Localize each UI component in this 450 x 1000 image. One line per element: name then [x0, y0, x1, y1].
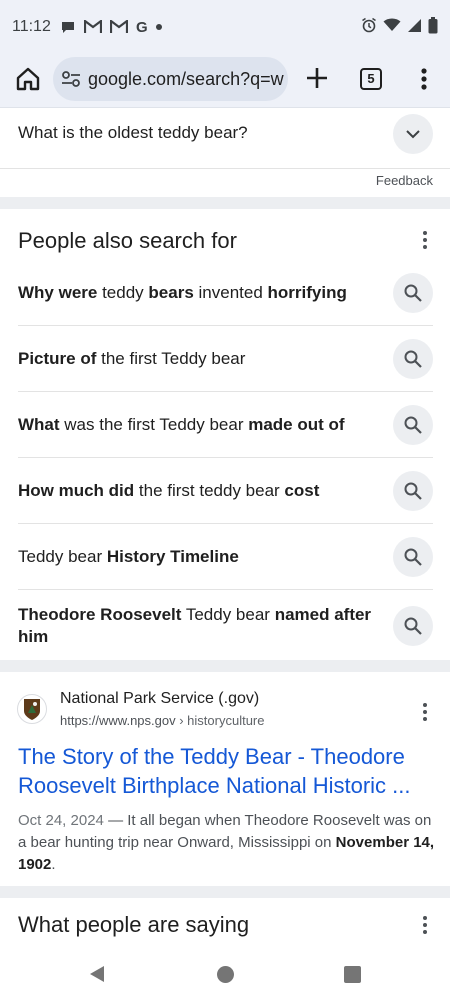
- battery-icon: [428, 16, 438, 34]
- related-question-row[interactable]: What is the oldest teddy bear?: [0, 109, 450, 169]
- home-button-icon[interactable]: [217, 966, 234, 983]
- expand-button[interactable]: [393, 114, 433, 154]
- search-button[interactable]: [393, 606, 433, 646]
- system-icons: [361, 16, 438, 34]
- people-also-search-item-text: Why were teddy bears invented horrifying: [18, 282, 393, 304]
- query-part: was the first Teddy bear: [59, 414, 249, 434]
- search-icon: [404, 416, 422, 434]
- people-also-search-list: Why were teddy bears invented horrifying…: [18, 260, 433, 662]
- feedback-link[interactable]: Feedback: [376, 173, 433, 188]
- query-bold-part: How much did: [18, 480, 135, 500]
- address-bar[interactable]: google.com/search?q=w: [53, 57, 288, 101]
- search-button[interactable]: [393, 272, 433, 313]
- query-bold-part: Picture of: [18, 348, 97, 368]
- query-part: the first teddy bear: [134, 480, 285, 500]
- section-divider: [0, 197, 450, 209]
- people-also-search-item-text: Teddy bear History Timeline: [18, 546, 393, 568]
- more-options-icon[interactable]: [422, 702, 428, 727]
- query-bold-part: horrifying: [267, 282, 347, 302]
- search-icon: [404, 350, 422, 368]
- people-also-search-item[interactable]: Why were teddy bears invented horrifying: [18, 260, 433, 326]
- notification-icons: G: [60, 18, 162, 36]
- query-part: invented: [193, 282, 268, 302]
- address-bar-url: google.com/search?q=w: [88, 69, 284, 89]
- search-result: National Park Service (.gov) https://www…: [0, 672, 450, 886]
- chevron-down-icon: [406, 130, 420, 139]
- tab-switcher-button[interactable]: 5: [360, 68, 382, 90]
- nps-favicon: [17, 694, 47, 724]
- query-part: the first Teddy bear: [96, 348, 246, 368]
- back-icon[interactable]: [88, 965, 106, 983]
- result-snippet: Oct 24, 2024 — It all began when Theodor…: [18, 810, 438, 876]
- search-button[interactable]: [393, 338, 433, 379]
- query-bold-part: made out of: [248, 414, 345, 434]
- search-icon: [404, 617, 422, 635]
- wifi-icon: [383, 16, 401, 34]
- status-bar: 11:12 G: [0, 0, 450, 52]
- signal-icon: [407, 16, 422, 34]
- home-icon[interactable]: [14, 65, 42, 93]
- people-also-search-title: People also search for: [18, 228, 237, 253]
- query-bold-part: Why were: [18, 282, 98, 302]
- new-tab-icon[interactable]: [304, 65, 330, 91]
- recents-icon[interactable]: [344, 966, 361, 983]
- search-icon: [404, 482, 422, 500]
- people-also-search-item-text: Picture of the first Teddy bear: [18, 348, 393, 370]
- status-time: 11:12: [12, 18, 51, 35]
- related-question-text: What is the oldest teddy bear?: [18, 123, 248, 142]
- people-also-search-item[interactable]: Theodore Roosevelt Teddy bear named afte…: [18, 590, 433, 662]
- search-icon: [404, 548, 422, 566]
- people-also-search-item-text: What was the first Teddy bear made out o…: [18, 414, 393, 436]
- result-title-link[interactable]: The Story of the Teddy Bear - Theodore R…: [18, 742, 438, 800]
- people-also-search-item-text: How much did the first teddy bear cost: [18, 480, 393, 502]
- result-url-breadcrumb: › historyculture: [175, 713, 265, 728]
- gmail-icon: [84, 18, 102, 36]
- more-options-icon[interactable]: [422, 230, 428, 255]
- people-also-search-item[interactable]: Picture of the first Teddy bear: [18, 326, 433, 392]
- site-settings-icon[interactable]: [61, 70, 81, 88]
- search-button[interactable]: [393, 404, 433, 445]
- section-divider: [0, 660, 450, 672]
- query-bold-part: What: [18, 414, 60, 434]
- chat-icon: [60, 18, 76, 36]
- result-site-name[interactable]: National Park Service (.gov): [60, 690, 259, 708]
- section-divider: [0, 886, 450, 898]
- search-icon: [404, 284, 422, 302]
- search-button[interactable]: [393, 536, 433, 577]
- gmail-icon: [110, 18, 128, 36]
- people-also-search-item[interactable]: How much did the first teddy bear cost: [18, 458, 433, 524]
- query-part: Teddy bear: [18, 546, 107, 566]
- alarm-icon: [361, 16, 377, 34]
- result-date: Oct 24, 2024: [18, 812, 104, 829]
- what-people-are-saying-title: What people are saying: [18, 912, 250, 937]
- dot-icon: [155, 18, 162, 36]
- system-navigation-bar: [0, 950, 450, 1000]
- more-options-icon[interactable]: [422, 915, 428, 940]
- query-bold-part: History Timeline: [106, 546, 239, 566]
- more-options-icon[interactable]: [416, 66, 432, 92]
- query-bold-part: cost: [284, 480, 320, 500]
- people-also-search-item[interactable]: Teddy bear History Timeline: [18, 524, 433, 590]
- result-url-host: https://www.nps.gov: [60, 713, 176, 728]
- google-icon: G: [136, 18, 148, 36]
- query-bold-part: bears: [148, 282, 194, 302]
- result-snippet-end: .: [51, 856, 56, 873]
- search-button[interactable]: [393, 470, 433, 511]
- browser-toolbar: google.com/search?q=w 5: [0, 52, 450, 108]
- people-also-search-item[interactable]: What was the first Teddy bear made out o…: [18, 392, 433, 458]
- query-part: Teddy bear: [181, 605, 275, 624]
- query-bold-part: Theodore Roosevelt: [18, 605, 182, 624]
- result-url[interactable]: https://www.nps.gov › historyculture: [60, 713, 265, 728]
- query-part: teddy: [97, 282, 149, 302]
- people-also-search-item-text: Theodore Roosevelt Teddy bear named afte…: [18, 604, 393, 648]
